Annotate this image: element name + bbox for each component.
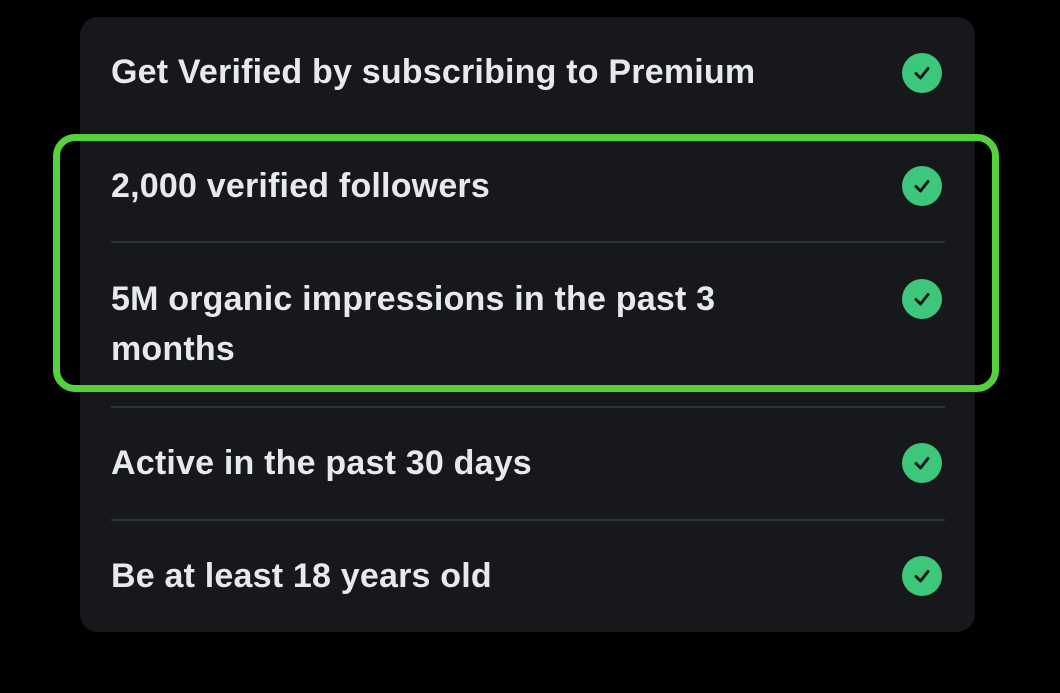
requirement-label: Active in the past 30 days (111, 444, 532, 482)
requirement-row-age: Be at least 18 years old (80, 521, 975, 631)
check-circle-icon (902, 443, 942, 483)
requirement-row-active: Active in the past 30 days (80, 408, 975, 518)
requirement-row-premium: Get Verified by subscribing to Premium (80, 17, 975, 127)
requirement-label: Get Verified by subscribing to Premium (111, 53, 756, 91)
highlight-outline (53, 134, 999, 392)
screenshot-stage: Get Verified by subscribing to Premium 2… (0, 0, 1060, 693)
check-circle-icon (902, 53, 942, 93)
check-circle-icon (902, 556, 942, 596)
requirement-label: Be at least 18 years old (111, 557, 492, 595)
